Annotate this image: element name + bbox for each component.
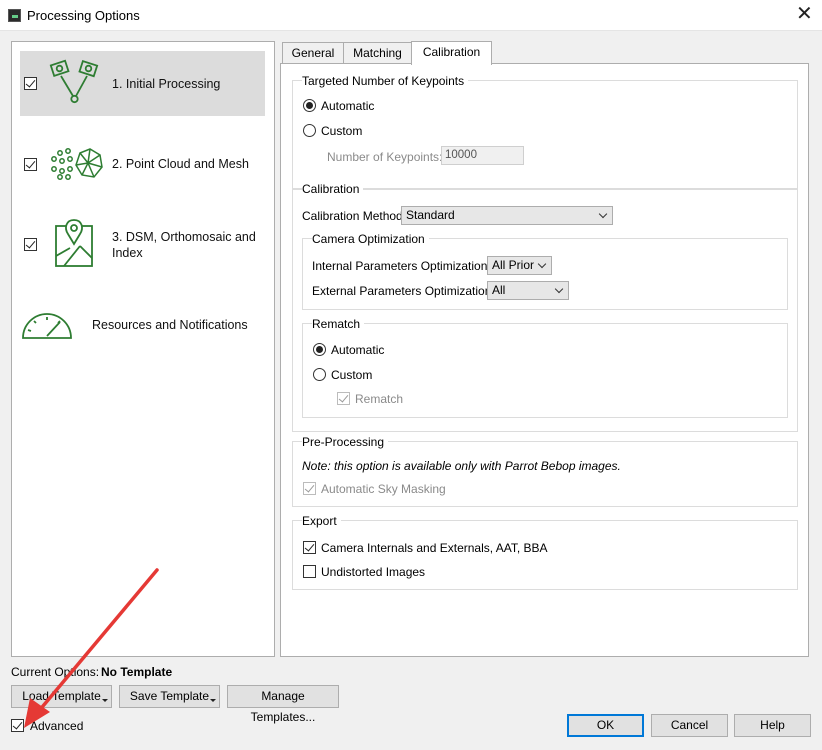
cancel-button[interactable]: Cancel <box>651 714 728 737</box>
keypoints-automatic-radio[interactable] <box>303 99 316 112</box>
calibration-method-label: Calibration Method <box>302 209 403 223</box>
rematch-automatic-label[interactable]: Automatic <box>331 343 384 357</box>
chevron-down-icon <box>598 209 608 219</box>
close-icon[interactable]: ✕ <box>796 4 813 24</box>
keypoints-custom-label[interactable]: Custom <box>321 124 362 138</box>
tab-calibration[interactable]: Calibration <box>411 41 492 65</box>
save-template-button[interactable]: Save Template <box>119 685 220 708</box>
preprocessing-group <box>292 441 798 507</box>
preprocessing-note: Note: this option is available only with… <box>302 459 621 473</box>
sidebar-item-label: Resources and Notifications <box>92 318 248 332</box>
window-title: Processing Options <box>27 8 140 23</box>
external-params-value: All <box>492 283 506 297</box>
export-group-title: Export <box>302 514 341 528</box>
sky-masking-label: Automatic Sky Masking <box>321 482 446 496</box>
sky-masking-checkbox[interactable] <box>303 482 316 495</box>
camera-optimization-title: Camera Optimization <box>312 232 429 246</box>
manage-templates-button[interactable]: Manage Templates... <box>227 685 339 724</box>
sidebar-item-label: 3. DSM, Orthomosaic and <box>112 230 256 244</box>
internal-params-select[interactable]: All Prior <box>487 256 552 275</box>
load-template-button[interactable]: Load Template <box>11 685 112 708</box>
gauge-icon <box>22 313 72 339</box>
advanced-label[interactable]: Advanced <box>30 719 83 733</box>
chevron-down-icon <box>537 259 547 269</box>
undistorted-images-checkbox[interactable] <box>303 565 316 578</box>
internal-params-label: Internal Parameters Optimization: <box>312 259 491 273</box>
sidebar-item-initial-processing[interactable]: 1. Initial Processing <box>20 51 265 116</box>
keypoints-group-title: Targeted Number of Keypoints <box>302 74 469 88</box>
external-params-label: External Parameters Optimization: <box>312 284 495 298</box>
initial-processing-checkbox[interactable] <box>24 77 37 90</box>
chevron-down-icon <box>554 284 564 294</box>
point-cloud-checkbox[interactable] <box>24 158 37 171</box>
point-cloud-icon <box>51 148 103 180</box>
title-bar: Processing Options ✕ <box>0 0 822 31</box>
number-of-keypoints-input[interactable]: 10000 <box>441 146 524 165</box>
rematch-custom-radio[interactable] <box>313 368 326 381</box>
keypoints-group <box>292 80 798 190</box>
sidebar-item-label: 2. Point Cloud and Mesh <box>112 157 249 171</box>
preprocessing-group-title: Pre-Processing <box>302 435 389 449</box>
external-params-select[interactable]: All <box>487 281 569 300</box>
map-icon <box>55 219 93 267</box>
rematch-custom-label[interactable]: Custom <box>331 368 372 382</box>
keypoints-custom-radio[interactable] <box>303 124 316 137</box>
current-options-label: Current Options: <box>11 665 100 679</box>
internal-params-value: All Prior <box>492 258 535 272</box>
ok-button[interactable]: OK <box>567 714 644 737</box>
tab-general[interactable]: General <box>282 42 344 64</box>
rematch-checkbox-label: Rematch <box>355 392 404 406</box>
tab-matching[interactable]: Matching <box>343 42 412 64</box>
calibration-group-title: Calibration <box>302 182 364 196</box>
help-button[interactable]: Help <box>734 714 811 737</box>
rematch-checkbox[interactable] <box>337 392 350 405</box>
initial-processing-icon <box>49 59 99 104</box>
sidebar-item-point-cloud[interactable]: 2. Point Cloud and Mesh <box>20 140 265 190</box>
sidebar-item-label: Index <box>112 246 143 260</box>
camera-internals-label[interactable]: Camera Internals and Externals, AAT, BBA <box>321 541 548 555</box>
advanced-checkbox[interactable] <box>11 719 24 732</box>
camera-internals-checkbox[interactable] <box>303 541 316 554</box>
undistorted-images-label[interactable]: Undistorted Images <box>321 565 425 579</box>
sidebar-item-resources[interactable]: Resources and Notifications <box>20 304 265 344</box>
number-of-keypoints-label: Number of Keypoints: <box>327 150 443 164</box>
calibration-panel: Targeted Number of Keypoints Automatic C… <box>280 63 809 657</box>
options-sidebar: 1. Initial Processing 2. Point Cloud and… <box>11 41 275 657</box>
dropdown-arrow-icon <box>210 699 216 702</box>
calibration-method-value: Standard <box>406 208 455 222</box>
sidebar-item-dsm[interactable]: 3. DSM, Orthomosaic and Index <box>20 214 265 274</box>
dropdown-arrow-icon <box>102 699 108 702</box>
rematch-automatic-radio[interactable] <box>313 343 326 356</box>
app-icon <box>8 9 21 22</box>
sidebar-item-label: 1. Initial Processing <box>112 77 221 91</box>
rematch-group-title: Rematch <box>312 317 365 331</box>
dsm-checkbox[interactable] <box>24 238 37 251</box>
calibration-method-select[interactable]: Standard <box>401 206 613 225</box>
load-template-label: Load Template <box>22 689 101 703</box>
current-options-value: No Template <box>101 665 173 679</box>
keypoints-automatic-label[interactable]: Automatic <box>321 99 374 113</box>
save-template-label: Save Template <box>129 689 210 703</box>
export-group <box>292 520 798 590</box>
